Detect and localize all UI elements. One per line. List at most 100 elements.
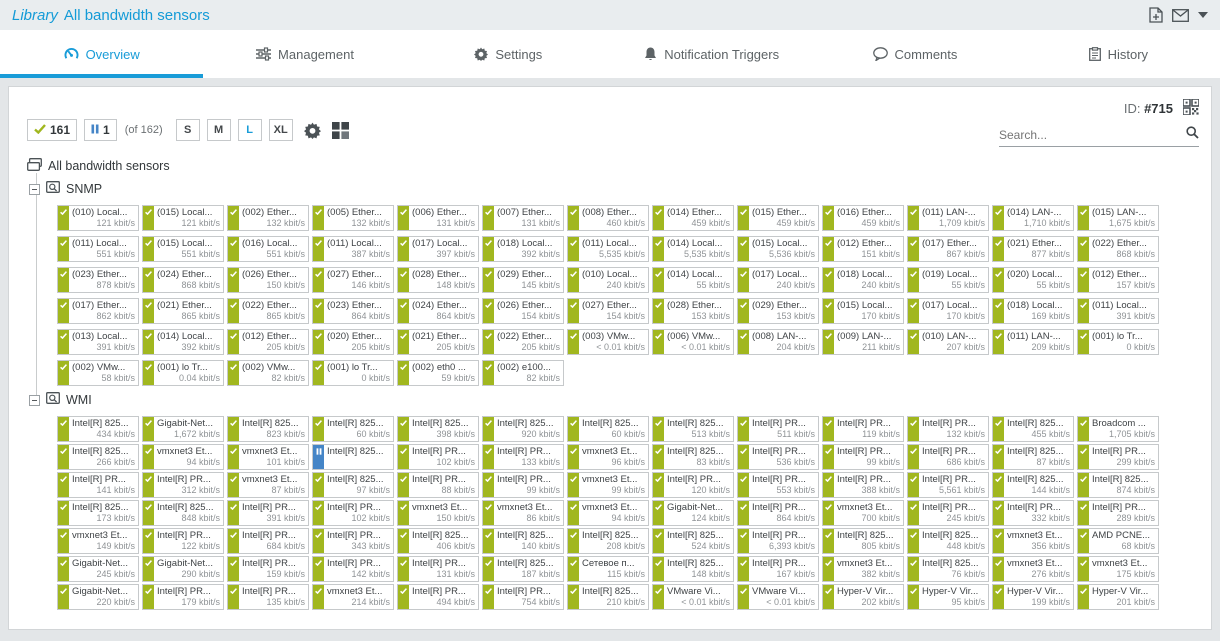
- sensor-tile[interactable]: (015) Local...551 kbit/s: [142, 236, 224, 262]
- sensor-tile[interactable]: (028) Ether...153 kbit/s: [652, 298, 734, 324]
- size-button-s[interactable]: S: [176, 119, 200, 141]
- sensor-tile[interactable]: Intel[R] 825...208 kbit/s: [567, 528, 649, 554]
- sensor-tile[interactable]: (017) Ether...867 kbit/s: [907, 236, 989, 262]
- sensor-tile[interactable]: Intel[R] 825...87 kbit/s: [992, 444, 1074, 470]
- sensor-tile[interactable]: (006) Ether...131 kbit/s: [397, 205, 479, 231]
- sensor-tile[interactable]: Intel[R] 825...60 kbit/s: [567, 416, 649, 442]
- sensor-tile[interactable]: (022) Ether...865 kbit/s: [227, 298, 309, 324]
- sensor-tile[interactable]: (028) Ether...148 kbit/s: [397, 267, 479, 293]
- sensor-tile[interactable]: Intel[R] PR...167 kbit/s: [737, 556, 819, 582]
- sensor-tile[interactable]: Intel[R] PR...122 kbit/s: [142, 528, 224, 554]
- sensor-tile[interactable]: Intel[R] 825...823 kbit/s: [227, 416, 309, 442]
- sensor-tile[interactable]: vmxnet3 Et...382 kbit/s: [822, 556, 904, 582]
- sensor-tile[interactable]: Intel[R] PR...135 kbit/s: [227, 584, 309, 610]
- collapse-icon[interactable]: [29, 184, 40, 195]
- sensor-tile[interactable]: (016) Local...551 kbit/s: [227, 236, 309, 262]
- sensor-tile[interactable]: (012) Ether...205 kbit/s: [227, 329, 309, 355]
- sensor-tile[interactable]: vmxnet3 Et...99 kbit/s: [567, 472, 649, 498]
- sensor-tile[interactable]: (012) Ether...157 kbit/s: [1077, 267, 1159, 293]
- sensor-tile[interactable]: (001) lo Tr...0.04 kbit/s: [142, 360, 224, 386]
- sensor-tile[interactable]: Intel[R] 825...173 kbit/s: [57, 500, 139, 526]
- sensor-tile[interactable]: Intel[R] 825...398 kbit/s: [397, 416, 479, 442]
- sensor-tile[interactable]: (011) Local...551 kbit/s: [57, 236, 139, 262]
- sensor-tile[interactable]: Intel[R] 825...805 kbit/s: [822, 528, 904, 554]
- sensor-tile[interactable]: (014) Local...55 kbit/s: [652, 267, 734, 293]
- sensor-tile[interactable]: Intel[R] PR...754 kbit/s: [482, 584, 564, 610]
- sensor-tile[interactable]: vmxnet3 Et...356 kbit/s: [992, 528, 1074, 554]
- sensor-tile[interactable]: (022) Ether...205 kbit/s: [482, 329, 564, 355]
- sensor-tile[interactable]: Intel[R] 825...97 kbit/s: [312, 472, 394, 498]
- sensor-tile[interactable]: Intel[R] 825...524 kbit/s: [652, 528, 734, 554]
- sensor-tile[interactable]: (008) Ether...460 kbit/s: [567, 205, 649, 231]
- sensor-tile[interactable]: Intel[R] 825...406 kbit/s: [397, 528, 479, 554]
- sensor-tile[interactable]: Intel[R] 825...848 kbit/s: [142, 500, 224, 526]
- tab-notification-triggers[interactable]: Notification Triggers: [610, 30, 813, 78]
- sensor-tile[interactable]: (009) LAN-...211 kbit/s: [822, 329, 904, 355]
- size-button-xl[interactable]: XL: [269, 119, 293, 141]
- sensor-tile[interactable]: (002) e100...82 kbit/s: [482, 360, 564, 386]
- sensor-tile[interactable]: (018) Local...169 kbit/s: [992, 298, 1074, 324]
- sensor-tile[interactable]: Intel[R] PR...102 kbit/s: [397, 444, 479, 470]
- tab-management[interactable]: Management: [203, 30, 406, 78]
- qr-code-icon[interactable]: [1183, 99, 1199, 118]
- sensor-tile[interactable]: vmxnet3 Et...214 kbit/s: [312, 584, 394, 610]
- sensor-tile[interactable]: Intel[R] 825...210 kbit/s: [567, 584, 649, 610]
- sensor-tile[interactable]: Broadcom ...1,705 kbit/s: [1077, 416, 1159, 442]
- sensor-tile[interactable]: (010) LAN-...207 kbit/s: [907, 329, 989, 355]
- sensor-tile[interactable]: Intel[R] 825...76 kbit/s: [907, 556, 989, 582]
- sensor-tile[interactable]: Intel[R] PR...343 kbit/s: [312, 528, 394, 554]
- sensor-tile[interactable]: Intel[R] 825...140 kbit/s: [482, 528, 564, 554]
- sensor-tile[interactable]: (005) Ether...132 kbit/s: [312, 205, 394, 231]
- sensor-tile[interactable]: vmxnet3 Et...175 kbit/s: [1077, 556, 1159, 582]
- sensor-tile[interactable]: Intel[R] PR...102 kbit/s: [312, 500, 394, 526]
- sensor-tile[interactable]: (027) Ether...146 kbit/s: [312, 267, 394, 293]
- sensor-tile[interactable]: vmxnet3 Et...150 kbit/s: [397, 500, 479, 526]
- sensor-tile[interactable]: Intel[R] PR...119 kbit/s: [822, 416, 904, 442]
- sensor-tile[interactable]: Intel[R] 825...448 kbit/s: [907, 528, 989, 554]
- sensor-tile[interactable]: Intel[R] PR...142 kbit/s: [312, 556, 394, 582]
- sensor-tile[interactable]: (001) lo Tr...0 kbit/s: [1077, 329, 1159, 355]
- sensor-tile[interactable]: Intel[R] PR...388 kbit/s: [822, 472, 904, 498]
- sensor-tile[interactable]: (027) Ether...154 kbit/s: [567, 298, 649, 324]
- sensor-tile[interactable]: Intel[R] PR...332 kbit/s: [992, 500, 1074, 526]
- breadcrumb-library[interactable]: Library: [12, 7, 58, 24]
- sensor-tile[interactable]: (003) VMw...< 0.01 kbit/s: [567, 329, 649, 355]
- sensor-tile[interactable]: Intel[R] 825...455 kbit/s: [992, 416, 1074, 442]
- sensor-tile[interactable]: (014) Local...392 kbit/s: [142, 329, 224, 355]
- sensor-tile[interactable]: (002) Ether...132 kbit/s: [227, 205, 309, 231]
- sensor-tile[interactable]: Intel[R] 825...83 kbit/s: [652, 444, 734, 470]
- sensor-tile[interactable]: (008) LAN-...204 kbit/s: [737, 329, 819, 355]
- sensor-tile[interactable]: Gigabit-Net...1,672 kbit/s: [142, 416, 224, 442]
- sensor-tile[interactable]: Gigabit-Net...124 kbit/s: [652, 500, 734, 526]
- sensor-tile[interactable]: (013) Local...391 kbit/s: [57, 329, 139, 355]
- sensor-tile[interactable]: Hyper-V Vir...199 kbit/s: [992, 584, 1074, 610]
- sensor-tile[interactable]: (015) Local...121 kbit/s: [142, 205, 224, 231]
- sensor-tile[interactable]: Gigabit-Net...290 kbit/s: [142, 556, 224, 582]
- sensor-tile[interactable]: Intel[R] PR...5,561 kbit/s: [907, 472, 989, 498]
- sensor-tile[interactable]: Intel[R] 825...920 kbit/s: [482, 416, 564, 442]
- sensor-tile[interactable]: (029) Ether...145 kbit/s: [482, 267, 564, 293]
- collapse-icon[interactable]: [29, 395, 40, 406]
- sensor-tile[interactable]: (021) Ether...205 kbit/s: [397, 329, 479, 355]
- sensor-tile[interactable]: Intel[R] PR...131 kbit/s: [397, 556, 479, 582]
- size-button-m[interactable]: M: [207, 119, 231, 141]
- sensor-tile[interactable]: Intel[R] 825...874 kbit/s: [1077, 472, 1159, 498]
- sensor-tile[interactable]: (006) VMw...< 0.01 kbit/s: [652, 329, 734, 355]
- sensor-tile[interactable]: (019) Local...55 kbit/s: [907, 267, 989, 293]
- group-label[interactable]: SNMP: [66, 182, 102, 196]
- sensor-tile[interactable]: vmxnet3 Et...87 kbit/s: [227, 472, 309, 498]
- sensor-tile[interactable]: Сетевое п...115 kbit/s: [567, 556, 649, 582]
- tab-history[interactable]: History: [1017, 30, 1220, 78]
- sensor-tile[interactable]: (017) Local...170 kbit/s: [907, 298, 989, 324]
- sensor-tile[interactable]: vmxnet3 Et...149 kbit/s: [57, 528, 139, 554]
- email-icon[interactable]: [1172, 9, 1189, 22]
- sensor-tile[interactable]: (017) Local...240 kbit/s: [737, 267, 819, 293]
- sensor-tile[interactable]: (017) Ether...862 kbit/s: [57, 298, 139, 324]
- sensor-tile[interactable]: Intel[R] 825...148 kbit/s: [652, 556, 734, 582]
- sensor-tile[interactable]: (022) Ether...868 kbit/s: [1077, 236, 1159, 262]
- group-label[interactable]: WMI: [66, 393, 92, 407]
- sensor-tile[interactable]: VMware Vi...< 0.01 kbit/s: [652, 584, 734, 610]
- sensor-tile[interactable]: (011) Local...5,535 kbit/s: [567, 236, 649, 262]
- sensor-tile[interactable]: Intel[R] PR...179 kbit/s: [142, 584, 224, 610]
- sensor-tile[interactable]: Intel[R] 825...60 kbit/s: [312, 416, 394, 442]
